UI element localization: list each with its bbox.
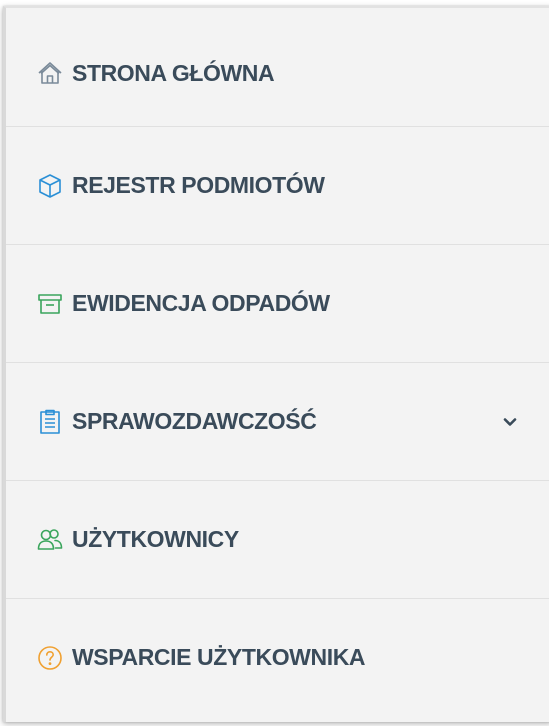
home-icon <box>37 60 63 86</box>
sidebar-item-waste-records[interactable]: EWIDENCJA ODPADÓW <box>6 244 549 362</box>
sidebar-item-label: STRONA GŁÓWNA <box>72 59 275 86</box>
sidebar-item-label: UŻYTKOWNICY <box>72 526 239 552</box>
sidebar-item-reporting[interactable]: SPRAWOZDAWCZOŚĆ <box>6 362 549 480</box>
sidebar-item-label: SPRAWOZDAWCZOŚĆ <box>72 408 317 434</box>
sidebar-item-label: EWIDENCJA ODPADÓW <box>72 290 330 316</box>
sidebar-item-users[interactable]: UŻYTKOWNICY <box>6 480 549 598</box>
sidebar-item-user-support[interactable]: WSPARCIE UŻYTKOWNIKA <box>6 598 549 716</box>
sidebar-nav: STRONA GŁÓWNA REJESTR PODMIOTÓW EWIDENCJ… <box>3 6 549 722</box>
sidebar-item-label: WSPARCIE UŻYTKOWNIKA <box>72 644 366 670</box>
chevron-down-icon[interactable] <box>502 414 518 430</box>
sidebar-item-entity-register[interactable]: REJESTR PODMIOTÓW <box>6 126 549 244</box>
help-circle-icon <box>37 645 63 671</box>
cube-icon <box>37 173 63 199</box>
archive-box-icon <box>37 291 63 317</box>
page: STRONA GŁÓWNA REJESTR PODMIOTÓW EWIDENCJ… <box>0 0 549 726</box>
sidebar-item-label: REJESTR PODMIOTÓW <box>72 172 325 198</box>
clipboard-icon <box>37 409 63 435</box>
users-icon <box>37 527 63 553</box>
sidebar-item-home[interactable]: STRONA GŁÓWNA <box>6 14 549 132</box>
